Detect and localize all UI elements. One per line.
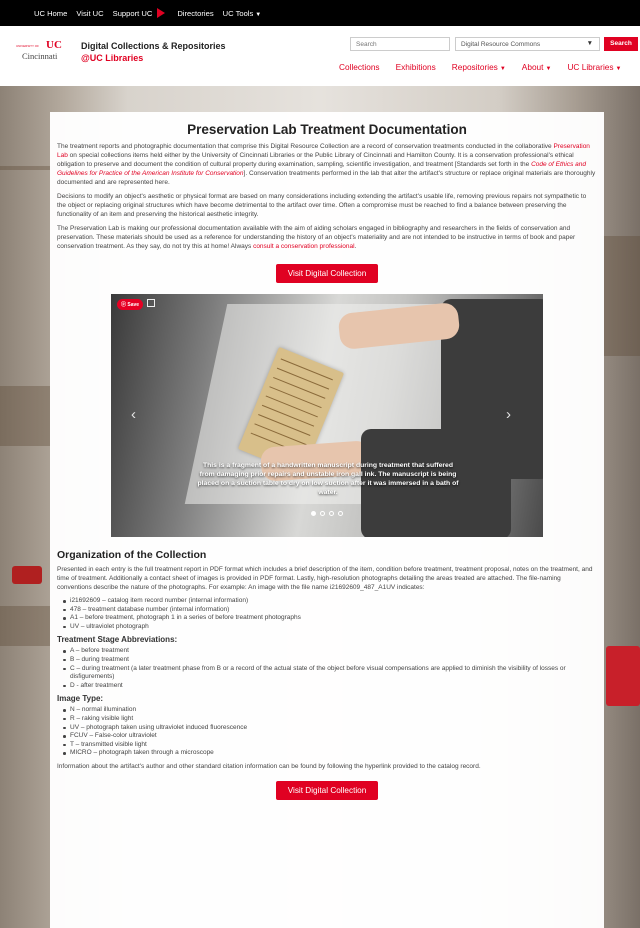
file-naming-list: i21692609 – catalog item record number (… xyxy=(63,597,597,631)
pinterest-save-button[interactable]: ⓟ Save xyxy=(117,299,144,310)
list-item: FCUV – False-color ultraviolet xyxy=(63,732,597,741)
select-arrow-icon: ▼ xyxy=(586,40,593,47)
search-input[interactable] xyxy=(350,37,450,51)
carousel-dot[interactable] xyxy=(320,511,325,516)
list-item: A – before treatment xyxy=(63,647,597,656)
topbar-link-visit-uc[interactable]: Visit UC xyxy=(76,9,103,18)
list-item: N – normal illumination xyxy=(63,706,597,715)
chevron-down-icon: ▼ xyxy=(615,66,622,72)
nav-uc-libraries[interactable]: UC Libraries ▼ xyxy=(567,62,621,72)
ink-line xyxy=(265,395,318,418)
ink-line xyxy=(258,414,311,436)
ink-line xyxy=(261,404,315,427)
image-type-heading: Image Type: xyxy=(57,694,104,704)
image-carousel[interactable]: ⓟ Save ‹ › This is a fragment of a handw… xyxy=(111,294,543,537)
chevron-down-icon: ▼ xyxy=(545,66,552,72)
uc-tools-label: UC Tools xyxy=(222,8,254,18)
nav-repositories-label: Repositories xyxy=(451,62,498,72)
carousel-dot[interactable] xyxy=(338,511,343,516)
chevron-down-icon: ▼ xyxy=(255,11,262,18)
content-panel: Preservation Lab Treatment Documentation… xyxy=(50,112,604,928)
site-title[interactable]: Digital Collections & Repositories xyxy=(81,41,226,51)
list-item: UV – ultraviolet photograph xyxy=(63,623,597,632)
intro-text: . xyxy=(354,243,357,250)
uc-logo[interactable]: UNIVERSITY OF UC Cincinnati xyxy=(16,39,68,61)
global-topbar: UC Home Visit UC Support UC Directories … xyxy=(0,0,640,26)
organization-body: Presented in each entry is the full trea… xyxy=(57,566,593,591)
background-shelf xyxy=(0,386,50,446)
pinterest-icon: ⓟ xyxy=(121,302,127,308)
topbar-link-uc-tools[interactable]: UC Tools ▼ xyxy=(223,9,262,18)
carousel-caption: This is a fragment of a handwritten manu… xyxy=(197,462,459,496)
collection-select[interactable]: Digital Resource Commons ▼ xyxy=(455,37,600,51)
nav-exhibitions[interactable]: Exhibitions xyxy=(396,62,436,72)
topbar-link-support-uc[interactable]: Support UC xyxy=(113,9,153,18)
citation-info: Information about the artifact's author … xyxy=(57,762,481,770)
carousel-indicators xyxy=(111,509,543,518)
list-item: MICRO – photograph taken through a micro… xyxy=(63,749,597,758)
list-item: C – during treatment (a later treatment … xyxy=(63,665,597,682)
background-shelf xyxy=(600,236,640,356)
ink-line xyxy=(254,423,307,446)
save-label: Save xyxy=(127,302,140,308)
nav-about[interactable]: About ▼ xyxy=(522,62,552,72)
site-header: UNIVERSITY OF UC Cincinnati Digital Coll… xyxy=(0,26,640,86)
organization-heading: Organization of the Collection xyxy=(57,549,207,561)
intro-paragraph-3: The Preservation Lab is making our profe… xyxy=(57,224,597,251)
visit-digital-collection-button[interactable]: Visit Digital Collection xyxy=(275,264,379,283)
stage-list: A – before treatment B – during treatmen… xyxy=(63,647,597,690)
intro-paragraph-1: The treatment reports and photographic d… xyxy=(57,142,597,187)
intro-text: The treatment reports and photographic d… xyxy=(57,143,554,150)
search-button[interactable]: Search xyxy=(604,37,638,51)
chevron-down-icon: ▼ xyxy=(499,66,506,72)
list-item: D - after treatment xyxy=(63,682,597,691)
main-nav: Collections Exhibitions Repositories ▼ Ab… xyxy=(339,62,622,72)
nav-repositories[interactable]: Repositories ▼ xyxy=(452,62,506,72)
carousel-dot[interactable] xyxy=(329,511,334,516)
carousel-next-icon[interactable]: › xyxy=(506,406,511,423)
ink-line xyxy=(269,386,322,409)
topbar-link-directories[interactable]: Directories xyxy=(177,9,213,18)
image-type-list: N – normal illumination R – raking visib… xyxy=(63,706,597,758)
carousel-prev-icon[interactable]: ‹ xyxy=(131,406,136,423)
ink-line xyxy=(276,367,330,390)
intro-paragraph-2: Decisions to modify an object's aestheti… xyxy=(57,193,587,218)
list-item: T – transmitted visible light xyxy=(63,741,597,750)
nav-uc-libraries-label: UC Libraries xyxy=(567,62,614,72)
topbar-link-uc-home[interactable]: UC Home xyxy=(34,9,67,18)
expand-icon[interactable] xyxy=(147,299,155,307)
consult-professional-link[interactable]: consult a conservation professional xyxy=(253,243,355,250)
site-subtitle[interactable]: @UC Libraries xyxy=(81,53,143,63)
visit-digital-collection-button-bottom[interactable]: Visit Digital Collection xyxy=(275,780,379,800)
logo-university-of: UNIVERSITY OF xyxy=(16,44,39,48)
carousel-dot[interactable] xyxy=(311,511,316,516)
nav-collections[interactable]: Collections xyxy=(339,62,380,72)
list-item: 478 – treatment database number (interna… xyxy=(63,606,597,615)
list-item: UV – photograph taken using ultraviolet … xyxy=(63,724,597,733)
visit-button-wrap: Visit Digital Collection xyxy=(57,264,597,283)
logo-cincinnati: Cincinnati xyxy=(22,51,58,61)
nav-about-label: About xyxy=(521,62,544,72)
list-item: A1 – before treatment, photograph 1 in a… xyxy=(63,614,597,623)
background-red-tool xyxy=(12,566,42,584)
page-title: Preservation Lab Treatment Documentation xyxy=(187,122,467,137)
visit-button-wrap-bottom: Visit Digital Collection xyxy=(57,780,597,800)
uc-mark-icon: UC xyxy=(46,39,62,51)
stage-heading: Treatment Stage Abbreviations: xyxy=(57,635,178,645)
flag-icon xyxy=(157,8,166,18)
list-item: B – during treatment xyxy=(63,656,597,665)
collection-select-value: Digital Resource Commons xyxy=(461,41,541,48)
background-red-tool xyxy=(606,646,640,706)
intro-text: on special collections items held either… xyxy=(57,152,574,168)
ink-line xyxy=(273,376,326,399)
background-shelf xyxy=(0,606,50,646)
list-item: i21692609 – catalog item record number (… xyxy=(63,597,597,606)
list-item: R – raking visible light xyxy=(63,715,597,724)
